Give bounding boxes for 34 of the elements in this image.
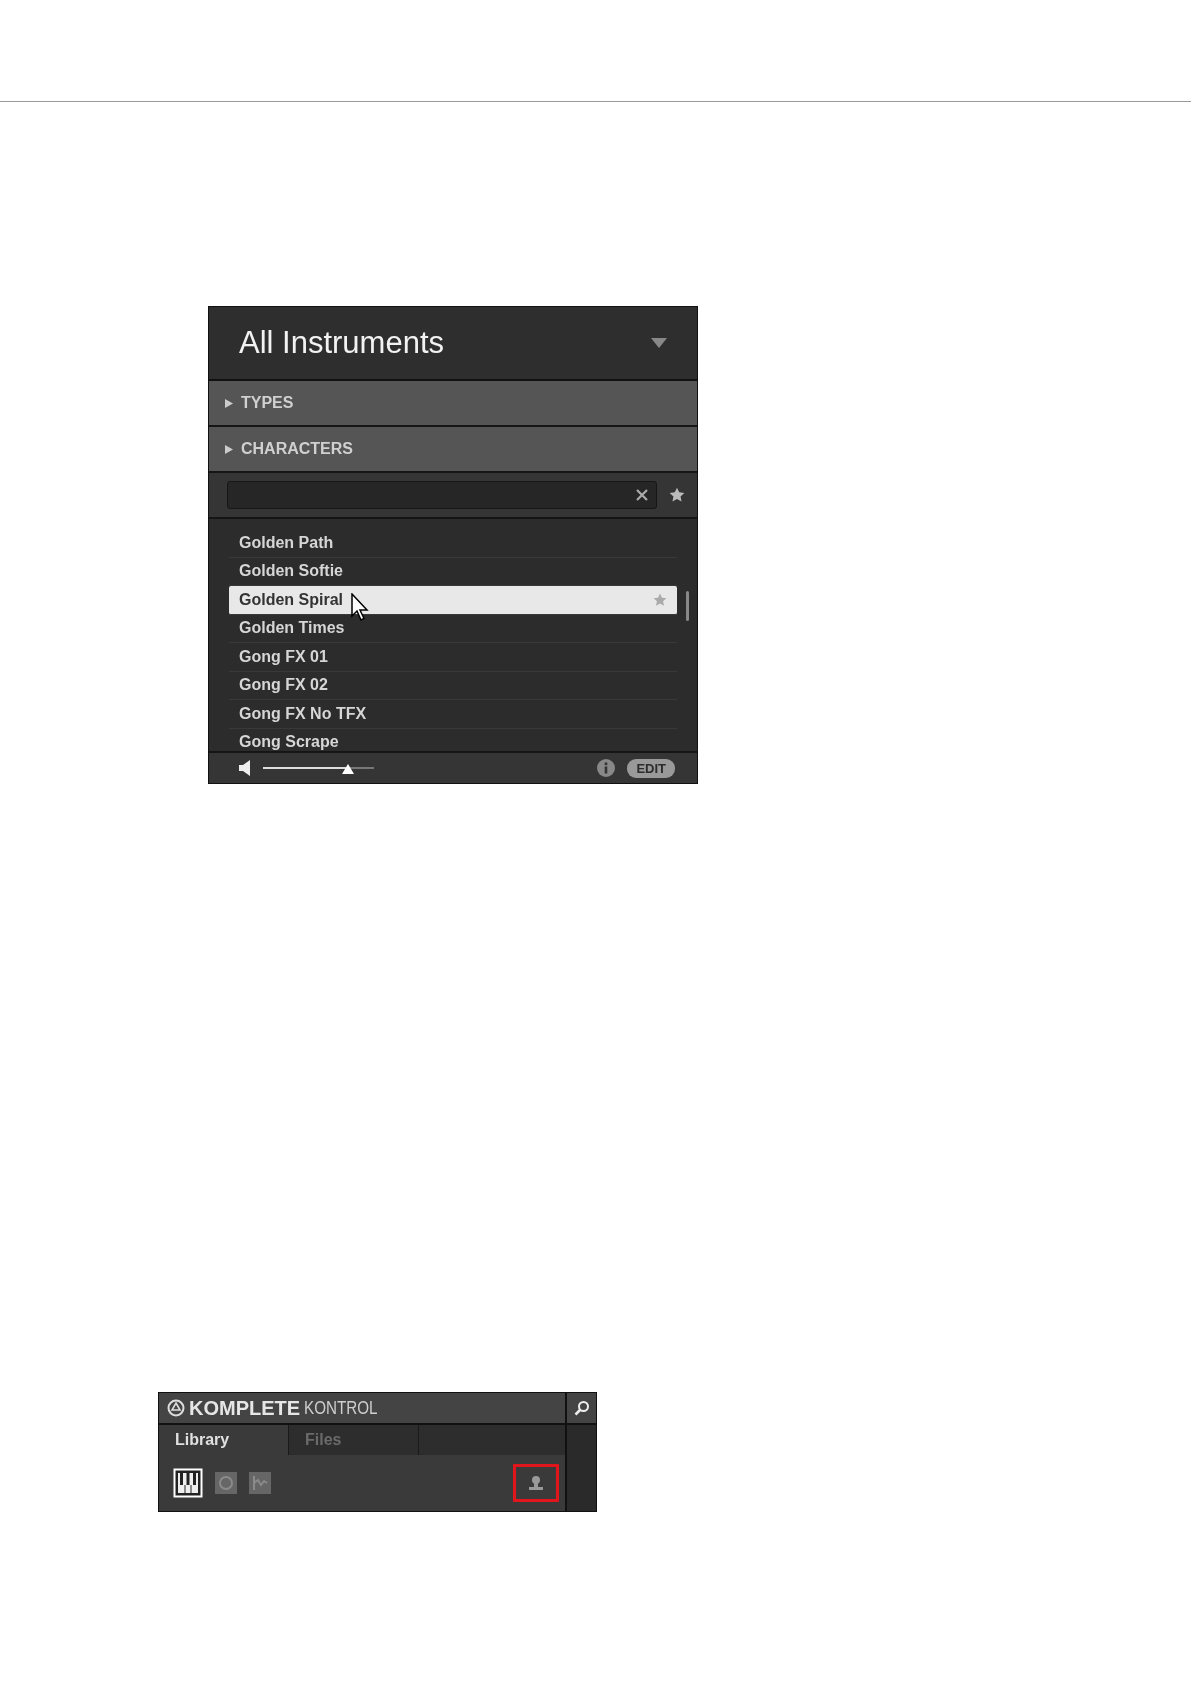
browser-title: All Instruments [239,325,444,361]
content-type-button[interactable] [173,1468,203,1498]
result-item[interactable]: Gong FX No TFX [229,700,677,729]
result-item[interactable]: Golden Spiral [229,586,677,615]
dropdown-arrow-icon[interactable] [651,338,667,348]
piano-icon [173,1468,203,1498]
user-content-button[interactable] [513,1464,559,1502]
edit-button[interactable]: EDIT [627,758,675,778]
user-icon [528,1475,544,1491]
brand-name: KOMPLETE [189,1396,301,1420]
filter-label: TYPES [241,394,294,412]
mouse-pointer-icon [351,593,369,621]
filter-label: CHARACTERS [241,440,353,458]
info-icon[interactable] [597,759,616,777]
filter-section-header[interactable]: CHARACTERS [209,427,697,473]
waveform-icon [249,1472,271,1494]
search-icon [573,1400,590,1416]
result-item[interactable]: Golden Path [229,529,677,558]
result-item[interactable]: Gong FX 01 [229,643,677,672]
logo-icon [167,1399,185,1417]
product-name: KONTROL [304,1397,378,1419]
clear-icon[interactable] [636,489,648,501]
browser-tab[interactable]: Library [159,1425,289,1455]
star-icon[interactable] [653,592,667,607]
loop-icon [215,1472,237,1494]
star-icon[interactable] [669,487,685,503]
search-field[interactable] [227,481,657,509]
search-button[interactable] [567,1393,596,1425]
slider-thumb-icon[interactable] [342,764,355,774]
result-item[interactable]: Gong FX 02 [229,671,677,700]
result-item[interactable]: Golden Times [229,614,677,643]
filter-section-header[interactable]: TYPES [209,381,697,427]
speaker-icon[interactable] [239,760,251,776]
scrollbar[interactable] [686,591,689,621]
